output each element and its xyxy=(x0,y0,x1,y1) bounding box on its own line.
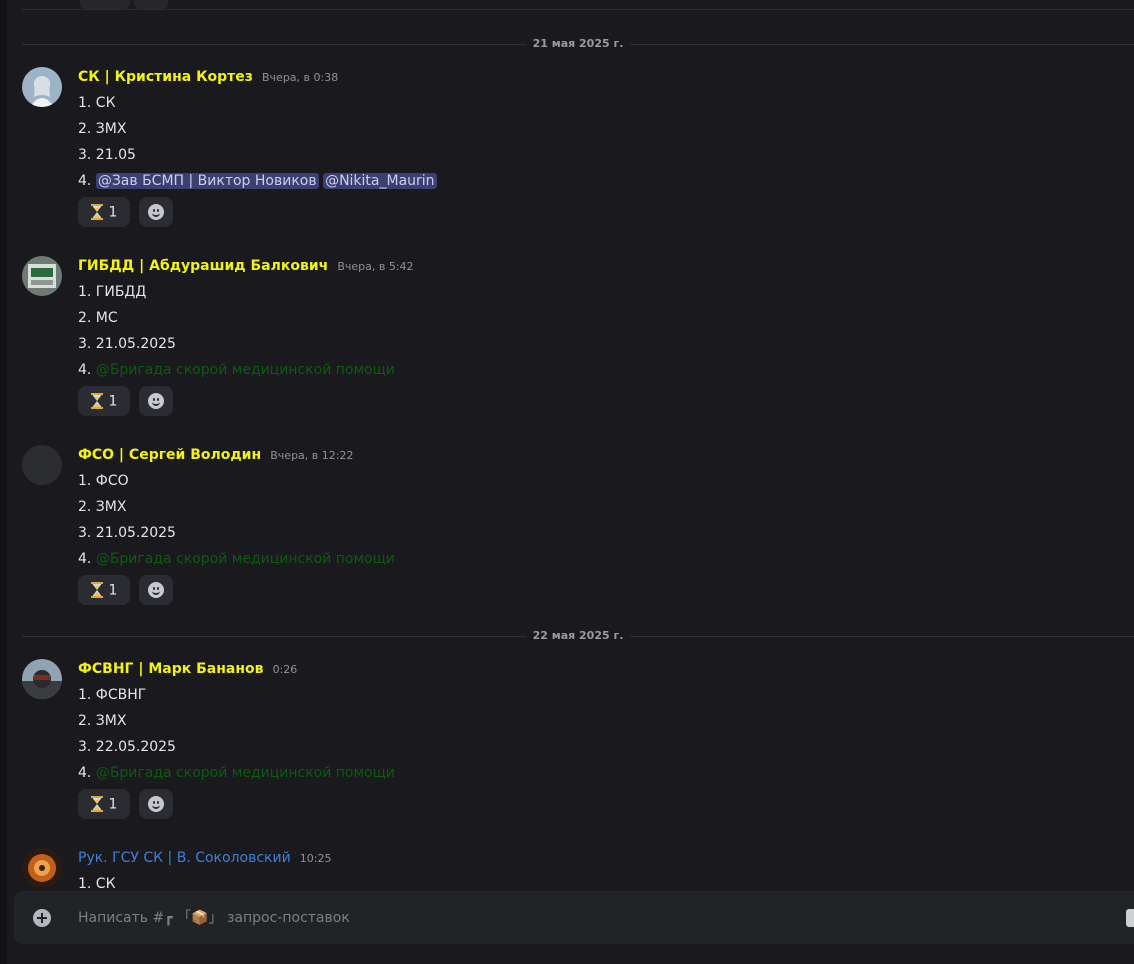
message-timestamp[interactable]: Вчера, в 5:42 xyxy=(337,260,413,273)
add-reaction-button[interactable] xyxy=(139,789,174,819)
message-line: 1. ФСВНГ xyxy=(78,687,147,703)
avatar[interactable] xyxy=(22,445,62,485)
reactions-bar: 1 xyxy=(78,575,177,605)
message-line: 2. ЗМХ xyxy=(78,121,127,137)
date-divider-label: 22 мая 2025 г. xyxy=(526,629,630,643)
line-prefix: 4. xyxy=(78,362,96,378)
message-timestamp[interactable]: 0:26 xyxy=(273,663,298,676)
reaction-count: 1 xyxy=(108,393,118,410)
message-line: 3. 22.05.2025 xyxy=(78,739,176,755)
reactions-bar: 1 xyxy=(78,386,177,416)
add-reaction-icon xyxy=(148,203,165,220)
message-content: 1. ГИБДД 2. МС 3. 21.05.2025 4. @Бригада… xyxy=(78,282,395,386)
role-mention[interactable]: @Бригада скорой медицинской помощи xyxy=(96,765,395,781)
date-divider: 21 мая 2025 г. xyxy=(22,37,1134,51)
message-line: 3. 21.05 xyxy=(78,147,136,163)
reactions-bar: 1 xyxy=(78,197,177,227)
message-header: ГИБДД | Абдурашид Балкович Вчера, в 5:42 xyxy=(78,256,414,274)
message-content: 1. ФСВНГ 2. ЗМХ 3. 22.05.2025 4. @Бригад… xyxy=(78,685,395,789)
message-timestamp[interactable]: Вчера, в 0:38 xyxy=(262,71,338,84)
reaction-hourglass[interactable]: 1 xyxy=(78,575,130,605)
avatar[interactable] xyxy=(22,256,62,296)
message-line: 2. ЗМХ xyxy=(78,499,127,515)
reaction-hourglass[interactable]: 1 xyxy=(78,197,130,227)
avatar[interactable] xyxy=(22,67,62,107)
user-mention[interactable]: @Зав БСМП | Виктор Новиков xyxy=(95,173,319,189)
add-attachment-icon[interactable] xyxy=(33,909,51,927)
message-line: 1. ФСО xyxy=(78,473,129,489)
add-reaction-button[interactable] xyxy=(139,575,174,605)
message-line: 4. @Бригада скорой медицинской помощи xyxy=(78,360,395,386)
add-reaction-icon xyxy=(148,392,165,409)
author-name[interactable]: ФСО | Сергей Володин xyxy=(78,447,261,463)
add-reaction-icon xyxy=(148,795,165,812)
gift-icon[interactable] xyxy=(1126,909,1134,927)
message-content: 1. СК 2. ЗМХ 3. 21.05 4. @Зав БСМП | Вик… xyxy=(78,93,437,197)
reaction-count: 1 xyxy=(108,204,118,221)
author-name[interactable]: СК | Кристина Кортез xyxy=(78,69,253,85)
message-input[interactable] xyxy=(78,907,1078,929)
hourglass-icon xyxy=(90,203,103,220)
add-reaction-button[interactable] xyxy=(139,386,174,416)
message-header: СК | Кристина Кортез Вчера, в 0:38 xyxy=(78,67,338,85)
reaction-hourglass[interactable]: 1 xyxy=(78,789,130,819)
message-timestamp[interactable]: 10:25 xyxy=(300,852,332,865)
author-name[interactable]: ФСВНГ | Марк Бананов xyxy=(78,661,264,677)
top-separator xyxy=(22,9,1134,10)
reaction-count: 1 xyxy=(108,582,118,599)
add-reaction-button[interactable] xyxy=(139,197,174,227)
reaction-hourglass[interactable]: 1 xyxy=(78,386,130,416)
message-header: ФСВНГ | Марк Бананов 0:26 xyxy=(78,659,297,677)
date-divider-label: 21 мая 2025 г. xyxy=(526,37,630,51)
avatar[interactable] xyxy=(22,848,62,888)
date-divider: 22 мая 2025 г. xyxy=(22,629,1134,643)
hourglass-icon xyxy=(90,581,103,598)
author-name[interactable]: ГИБДД | Абдурашид Балкович xyxy=(78,258,328,274)
add-reaction-icon xyxy=(148,581,165,598)
message-line: 4. @Зав БСМП | Виктор Новиков @Nikita_Ma… xyxy=(78,171,437,197)
channel-edge xyxy=(0,0,7,964)
role-mention[interactable]: @Бригада скорой медицинской помощи xyxy=(96,551,395,567)
author-name[interactable]: Рук. ГСУ СК | В. Соколовский xyxy=(78,850,291,866)
message-line: 2. МС xyxy=(78,310,118,326)
line-prefix: 4. xyxy=(78,765,96,781)
user-mention[interactable]: @Nikita_Maurin xyxy=(323,173,437,189)
message-line: 2. ЗМХ xyxy=(78,713,127,729)
message-timestamp[interactable]: Вчера, в 12:22 xyxy=(270,449,353,462)
message-header: Рук. ГСУ СК | В. Соколовский 10:25 xyxy=(78,848,332,866)
message-content: 1. ФСО 2. ЗМХ 3. 21.05.2025 4. @Бригада … xyxy=(78,471,395,575)
message-line: 3. 21.05.2025 xyxy=(78,525,176,541)
message-composer xyxy=(14,891,1134,944)
line-prefix: 4. xyxy=(78,551,96,567)
line-prefix: 4. xyxy=(78,173,96,189)
message-line: 4. @Бригада скорой медицинской помощи xyxy=(78,763,395,789)
message-line: 1. СК xyxy=(78,95,116,111)
reaction-count: 1 xyxy=(108,796,118,813)
message-header: ФСО | Сергей Володин Вчера, в 12:22 xyxy=(78,445,353,463)
hourglass-icon xyxy=(90,795,103,812)
role-mention[interactable]: @Бригада скорой медицинской помощи xyxy=(96,362,395,378)
reactions-bar: 1 xyxy=(78,789,177,819)
message-line: 3. 21.05.2025 xyxy=(78,336,176,352)
avatar[interactable] xyxy=(22,659,62,699)
hourglass-icon xyxy=(90,392,103,409)
message-line: 1. ГИБДД xyxy=(78,284,147,300)
message-line: 4. @Бригада скорой медицинской помощи xyxy=(78,549,395,575)
